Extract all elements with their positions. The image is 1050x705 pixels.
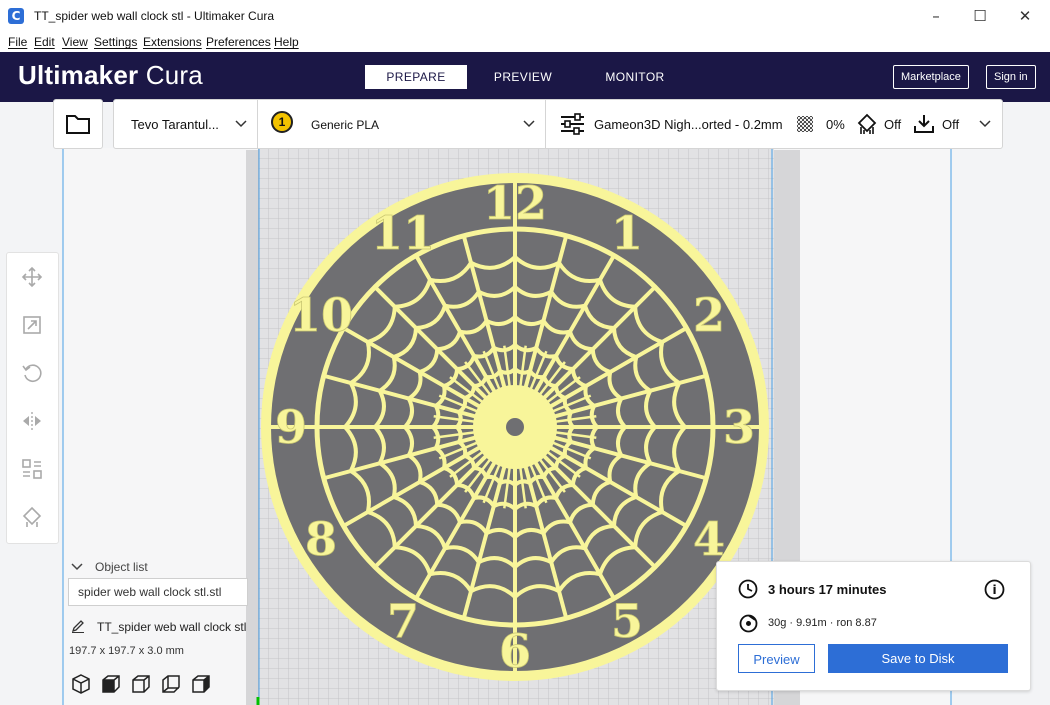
object-list-file[interactable]: spider web wall clock stl.stl	[68, 578, 248, 606]
support-icon	[857, 113, 877, 134]
svg-text:i: i	[992, 583, 996, 597]
save-to-disk-button[interactable]: Save to Disk	[828, 644, 1008, 673]
left-printer-frame	[246, 150, 258, 705]
mirror-tool-icon[interactable]	[21, 410, 43, 432]
clock-numeral: 11	[371, 206, 435, 260]
material-selector[interactable]: 1 Generic PLA	[258, 100, 545, 148]
clock-numeral: 3	[723, 400, 755, 454]
print-setup-bar: Tevo Tarantul... 1 Generic PLA Gameon3D …	[113, 99, 1003, 149]
support-blocker-icon[interactable]	[21, 506, 43, 528]
close-window-button[interactable]: ✕	[1013, 6, 1037, 26]
infill-value: 0%	[826, 117, 845, 132]
top-view-icon[interactable]	[130, 673, 152, 695]
clock-numeral: 10	[289, 288, 353, 342]
menu-preferences[interactable]: Preferences	[206, 35, 271, 49]
clock-numeral: 6	[499, 624, 531, 678]
print-estimate-panel: 3 hours 17 minutes i 30g · 9.91m · ron 8…	[716, 561, 1031, 691]
clock-numeral: 7	[387, 594, 419, 648]
ultimaker-cura-logo: Ultimaker Cura	[18, 60, 203, 90]
per-model-settings-icon[interactable]	[21, 458, 43, 480]
tab-preview[interactable]: PREVIEW	[472, 65, 574, 89]
menu-view[interactable]: View	[62, 35, 88, 49]
rotate-tool-icon[interactable]	[21, 362, 43, 384]
3d-view-icon[interactable]	[70, 673, 92, 695]
chevron-down-icon	[979, 120, 991, 128]
menu-settings[interactable]: Settings	[94, 35, 137, 49]
clock-numeral: 9	[275, 400, 307, 454]
profile-name: Gameon3D Nigh...orted - 0.2mm	[594, 117, 783, 132]
clock-numeral: 1	[611, 206, 643, 260]
sign-in-button[interactable]: Sign in	[986, 65, 1036, 89]
extruder-badge: 1	[271, 111, 293, 133]
cura-app-icon: C	[8, 8, 24, 24]
maximize-button[interactable]: ☐	[968, 6, 992, 26]
marketplace-button[interactable]: Marketplace	[893, 65, 969, 89]
left-view-icon[interactable]	[160, 673, 182, 695]
clock-numeral: 12	[483, 176, 547, 230]
tab-prepare[interactable]: PREPARE	[365, 65, 467, 89]
object-dimensions: 197.7 x 197.7 x 3.0 mm	[69, 645, 184, 657]
preview-button[interactable]: Preview	[738, 644, 815, 673]
front-view-icon[interactable]	[100, 673, 122, 695]
menu-edit[interactable]: Edit	[34, 35, 55, 49]
window-title: TT_spider web wall clock stl - Ultimaker…	[34, 9, 275, 23]
app-header: Ultimaker Cura PREPARE PREVIEW MONITOR M…	[0, 52, 1050, 102]
move-tool-icon[interactable]	[21, 266, 43, 288]
folder-icon	[66, 115, 90, 134]
menu-file[interactable]: File	[8, 35, 27, 49]
clock-numeral: 8	[305, 512, 337, 566]
object-list-heading[interactable]: Object list	[95, 560, 148, 574]
right-view-icon[interactable]	[190, 673, 212, 695]
object-name: TT_spider web wall clock stl	[97, 620, 247, 634]
printer-name: Tevo Tarantul...	[131, 117, 219, 132]
menu-bar: File Edit View Settings Extensions Prefe…	[0, 33, 1050, 52]
chevron-down-icon	[523, 120, 535, 128]
settings-sliders-icon	[561, 113, 584, 135]
material-name: Generic PLA	[311, 118, 380, 132]
menu-help[interactable]: Help	[274, 35, 299, 49]
adhesion-value: Off	[942, 117, 960, 132]
pencil-icon[interactable]	[71, 619, 85, 633]
scale-tool-icon[interactable]	[21, 314, 43, 336]
adhesion-icon	[914, 115, 934, 133]
clock-numeral: 2	[693, 288, 725, 342]
printer-selector[interactable]: Tevo Tarantul...	[114, 100, 257, 148]
tool-panel	[6, 252, 59, 544]
print-time: 3 hours 17 minutes	[768, 582, 887, 597]
infill-icon	[796, 115, 814, 133]
window-titlebar: C TT_spider web wall clock stl - Ultimak…	[0, 0, 1050, 34]
spool-icon	[739, 614, 758, 633]
info-icon[interactable]: i	[984, 579, 1005, 600]
clock-numeral: 4	[693, 512, 725, 566]
minimize-button[interactable]: –	[924, 6, 948, 26]
clock-numeral: 5	[611, 594, 643, 648]
support-value: Off	[884, 117, 902, 132]
print-settings-selector[interactable]: Gameon3D Nigh...orted - 0.2mm 0% Off Off	[546, 100, 1002, 148]
material-usage: 30g · 9.91m · ron 8.87	[768, 617, 877, 629]
tab-monitor[interactable]: MONITOR	[584, 65, 686, 89]
menu-extensions[interactable]: Extensions	[143, 35, 202, 49]
chevron-down-icon[interactable]	[71, 562, 83, 572]
clock-icon	[738, 579, 758, 599]
spider-web-clock-model: 12 12 3 45 6 78 9 10 11	[261, 173, 769, 681]
chevron-down-icon	[235, 120, 247, 128]
open-file-button[interactable]	[53, 99, 103, 149]
